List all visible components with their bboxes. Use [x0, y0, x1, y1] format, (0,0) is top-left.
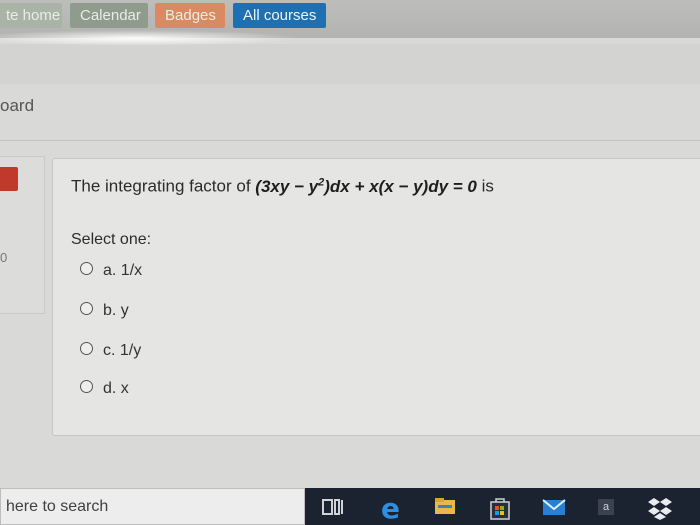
radio-button[interactable] — [80, 302, 93, 316]
question-formula: (3xy − y2)dx + x(x − y)dy = 0 — [255, 176, 477, 196]
option-a[interactable]: a. 1/x — [80, 260, 142, 282]
question-text: The integrating factor of (3xy − y2)dx +… — [71, 176, 494, 197]
divider — [0, 140, 700, 141]
mail-icon[interactable] — [540, 494, 568, 520]
nav-all-courses[interactable]: All courses — [233, 3, 326, 28]
option-c[interactable]: c. 1/y — [80, 340, 141, 362]
screen-glare — [0, 30, 300, 46]
option-d[interactable]: d. x — [80, 378, 129, 400]
store-icon[interactable] — [486, 494, 514, 522]
nav-home[interactable]: te home — [0, 3, 62, 28]
option-b[interactable]: b. y — [80, 300, 129, 322]
question-card — [52, 158, 700, 436]
question-flag[interactable] — [0, 167, 18, 191]
page-title: oard — [0, 96, 35, 115]
edge-icon[interactable]: e — [378, 494, 406, 522]
nav-calendar[interactable]: Calendar — [70, 3, 148, 28]
radio-button[interactable] — [80, 262, 93, 276]
question-number: 0 — [0, 250, 8, 265]
header-strip — [0, 44, 700, 84]
search-placeholder: here to search — [6, 498, 109, 515]
app-icon[interactable]: a — [598, 499, 614, 515]
question-prefix: The integrating factor of — [71, 176, 256, 196]
file-explorer-icon[interactable] — [432, 494, 460, 520]
svg-text:e: e — [381, 494, 400, 522]
select-one-label: Select one: — [71, 231, 152, 248]
radio-button[interactable] — [80, 380, 93, 394]
nav-badges[interactable]: Badges — [155, 3, 225, 28]
task-view-icon[interactable] — [320, 494, 346, 520]
dropbox-icon[interactable] — [646, 494, 674, 522]
radio-button[interactable] — [80, 342, 93, 356]
question-suffix: is — [476, 176, 494, 196]
